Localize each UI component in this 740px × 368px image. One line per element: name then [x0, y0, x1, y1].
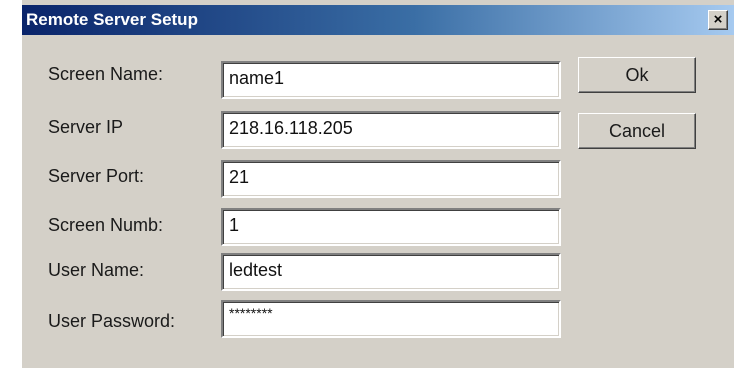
window-title: Remote Server Setup: [26, 10, 198, 29]
user-name-input[interactable]: ledtest: [221, 253, 561, 291]
user-name-label: User Name:: [48, 260, 145, 280]
user-password-input[interactable]: ********: [221, 300, 561, 338]
screen-name-label: Screen Name:: [48, 64, 164, 84]
close-icon: ×: [713, 11, 723, 28]
server-port-input[interactable]: 21: [221, 160, 561, 198]
close-button[interactable]: ×: [708, 10, 728, 30]
screen-numb-label: Screen Numb:: [48, 215, 164, 235]
screen-name-input[interactable]: name1: [221, 61, 561, 99]
remote-server-setup-dialog: Remote Server Setup × Screen Name: name1…: [22, 0, 734, 368]
server-port-label: Server Port:: [48, 166, 145, 186]
server-ip-label: Server IP: [48, 117, 124, 137]
user-password-label: User Password:: [48, 311, 176, 331]
screen-numb-input[interactable]: 1: [221, 208, 561, 246]
server-ip-input[interactable]: 218.16.118.205: [221, 111, 561, 149]
ok-button[interactable]: Ok: [578, 57, 696, 93]
cancel-button[interactable]: Cancel: [578, 113, 696, 149]
title-bar[interactable]: Remote Server Setup ×: [22, 5, 734, 35]
